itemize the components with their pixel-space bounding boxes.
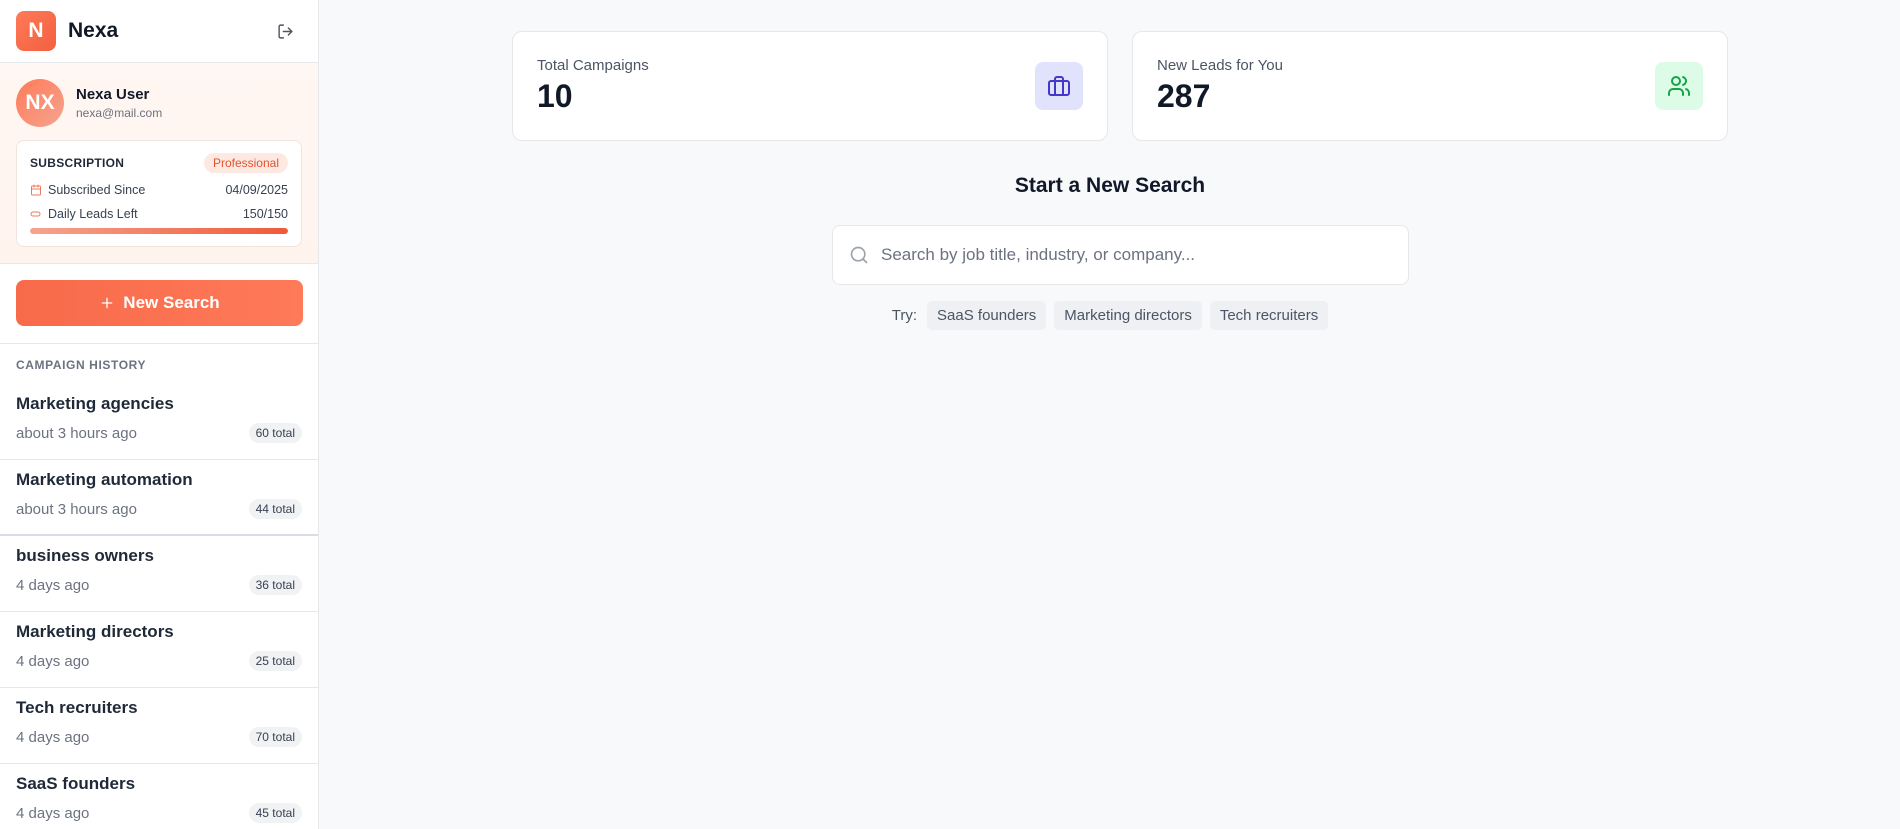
- subscription-title: SUBSCRIPTION: [30, 156, 125, 170]
- plus-icon: [101, 297, 113, 309]
- daily-leads-value: 150/150: [242, 207, 288, 221]
- campaign-time: about 3 hours ago: [16, 500, 137, 518]
- daily-leads-progress-fill: [30, 228, 288, 234]
- brand-logo: N: [16, 11, 56, 51]
- sidebar: N Nexa NX Nexa User nexa@mail.com SUBSCR…: [0, 0, 319, 829]
- subscribed-since-label: Subscribed Since: [48, 183, 146, 197]
- brand-name: Nexa: [68, 19, 119, 42]
- campaign-title: Marketing agencies: [16, 394, 174, 413]
- campaign-total-badge: 70 total: [248, 727, 302, 747]
- campaign-time: 4 days ago: [16, 652, 90, 670]
- campaign-title: Marketing directors: [16, 622, 174, 641]
- new-leads-card: New Leads for You 287: [1132, 31, 1728, 141]
- stats-row: Total Campaigns 10 New Leads for You 287: [512, 31, 1728, 141]
- daily-leads-row: Daily Leads Left 150/150: [30, 207, 288, 221]
- search-suggestions: Try: SaaS founders Marketing directors T…: [320, 301, 1900, 330]
- logout-button[interactable]: [274, 20, 296, 42]
- campaign-history-title: CAMPAIGN HISTORY: [16, 358, 147, 372]
- new-leads-icon-box: [1655, 62, 1703, 110]
- plan-badge: Professional: [203, 153, 288, 173]
- campaign-total-badge: 44 total: [248, 499, 302, 519]
- search-title: Start a New Search: [1014, 174, 1206, 197]
- brand-header: N Nexa: [0, 0, 318, 63]
- total-campaigns-icon-box: [1035, 62, 1083, 110]
- search-box: [832, 225, 1409, 285]
- new-search-button[interactable]: New Search: [16, 280, 303, 326]
- campaign-total-badge: 25 total: [248, 651, 302, 671]
- new-search-label: New Search: [123, 293, 220, 312]
- subscribed-since-value: 04/09/2025: [225, 183, 288, 197]
- avatar: NX: [16, 79, 64, 127]
- briefcase-icon: [1048, 76, 1070, 96]
- try-label: Try:: [891, 307, 918, 324]
- campaign-history-item[interactable]: SaaS founders 4 days ago 45 total: [0, 764, 318, 829]
- new-leads-value: 287: [1157, 78, 1211, 114]
- campaign-time: 4 days ago: [16, 804, 90, 822]
- user-row: NX Nexa User nexa@mail.com: [16, 79, 302, 127]
- campaign-history-item[interactable]: Marketing agencies about 3 hours ago 60 …: [0, 384, 318, 460]
- suggestion-chip[interactable]: SaaS founders: [927, 301, 1047, 330]
- campaign-title: SaaS founders: [16, 774, 136, 793]
- new-search-section: New Search: [0, 264, 318, 344]
- campaign-time: 4 days ago: [16, 728, 90, 746]
- campaign-title: business owners: [16, 546, 154, 565]
- campaign-history-list: Marketing agencies about 3 hours ago 60 …: [0, 384, 318, 829]
- total-campaigns-card: Total Campaigns 10: [512, 31, 1108, 141]
- campaign-total-badge: 45 total: [248, 803, 302, 823]
- campaign-time: 4 days ago: [16, 576, 90, 594]
- campaign-history-item[interactable]: Marketing directors 4 days ago 25 total: [0, 612, 318, 688]
- new-leads-label: New Leads for You: [1157, 57, 1283, 74]
- search-icon: [850, 246, 868, 264]
- campaign-title: Tech recruiters: [16, 698, 138, 717]
- campaign-time: about 3 hours ago: [16, 424, 137, 442]
- calendar-icon: [31, 184, 41, 196]
- daily-leads-progress: [30, 228, 288, 234]
- campaign-total-badge: 36 total: [248, 575, 302, 595]
- campaign-title: Marketing automation: [16, 470, 193, 489]
- campaign-total-badge: 60 total: [248, 423, 302, 443]
- daily-leads-label: Daily Leads Left: [48, 207, 138, 221]
- user-email: nexa@mail.com: [76, 106, 163, 120]
- profile-section: NX Nexa User nexa@mail.com SUBSCRIPTION …: [0, 63, 318, 264]
- total-campaigns-value: 10: [537, 78, 573, 114]
- battery-icon: [30, 211, 41, 217]
- campaign-history-item[interactable]: Tech recruiters 4 days ago 70 total: [0, 688, 318, 764]
- main-content: Total Campaigns 10 New Leads for You 287…: [320, 0, 1900, 829]
- subscription-card: SUBSCRIPTION Professional Subscribed Sin…: [16, 140, 302, 247]
- suggestion-chip[interactable]: Tech recruiters: [1209, 301, 1329, 330]
- campaign-history-item[interactable]: Marketing automation about 3 hours ago 4…: [0, 460, 318, 536]
- subscribed-since-row: Subscribed Since 04/09/2025: [30, 183, 288, 197]
- users-icon: [1668, 76, 1690, 96]
- total-campaigns-label: Total Campaigns: [537, 57, 649, 74]
- user-name: Nexa User: [76, 86, 150, 103]
- suggestion-chip[interactable]: Marketing directors: [1054, 301, 1202, 330]
- campaign-history-item[interactable]: business owners 4 days ago 36 total: [0, 536, 318, 612]
- search-input[interactable]: [881, 245, 1392, 265]
- logout-icon: [277, 23, 293, 39]
